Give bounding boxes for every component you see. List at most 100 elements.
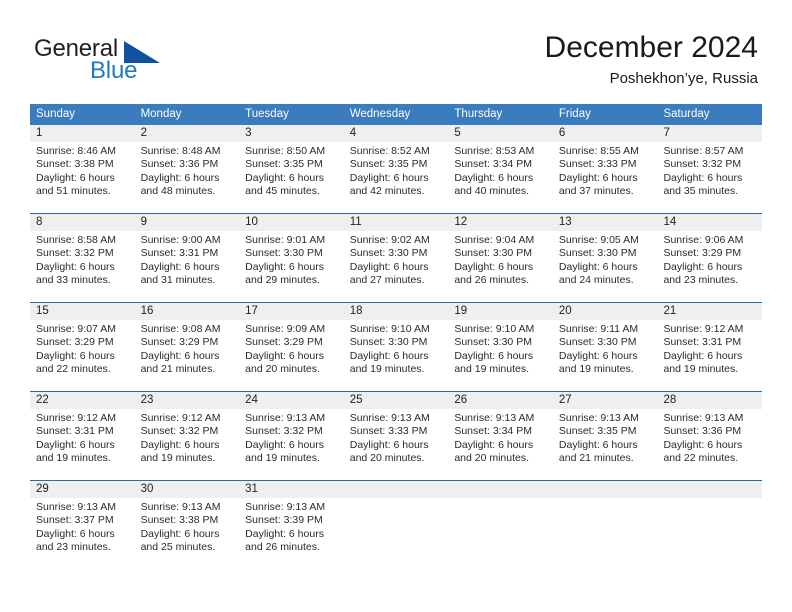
day-number-3[interactable]: 3 — [239, 125, 344, 142]
page-subtitle-location: Poshekhon’ye, Russia — [609, 70, 758, 87]
day-sunrise-text: Sunrise: 9:06 AM — [663, 234, 744, 246]
day-number-13[interactable]: 13 — [553, 214, 658, 231]
day-cell-31[interactable]: Sunrise: 9:13 AM Sunset: 3:39 PM Daylight:… — [239, 498, 344, 555]
day-cell-13[interactable]: Sunrise: 9:05 AM Sunset: 3:30 PM Daylight:… — [553, 231, 658, 288]
day-sunset-text: Sunset: 3:34 PM — [454, 425, 532, 438]
day-number-15[interactable]: 15 — [30, 303, 135, 320]
day-number-28[interactable]: 28 — [657, 392, 762, 409]
day-sunset-text: Sunset: 3:36 PM — [140, 158, 219, 171]
day-number-17[interactable]: 17 — [239, 303, 344, 320]
logo-text-blue: Blue — [90, 57, 138, 84]
day-cell-20[interactable]: Sunrise: 9:11 AM Sunset: 3:30 PM Daylight:… — [553, 320, 658, 377]
day-daylight-line1-text: Daylight: 6 hours — [454, 438, 534, 451]
day-cell-23[interactable]: Sunrise: 9:12 AM Sunset: 3:32 PM Daylight:… — [135, 409, 240, 466]
day-daylight-line1-text: Daylight: 6 hours — [454, 171, 534, 184]
day-number-20[interactable]: 20 — [553, 303, 658, 320]
day-cell-15[interactable]: Sunrise: 9:07 AM Sunset: 3:29 PM Daylight:… — [30, 320, 135, 377]
day-sunset-text: Sunset: 3:33 PM — [349, 425, 428, 438]
day-daylight-line1-text: Daylight: 6 hours — [349, 260, 429, 273]
day-cell-22[interactable]: Sunrise: 9:12 AM Sunset: 3:31 PM Daylight:… — [30, 409, 135, 466]
day-daylight-line1-text: Daylight: 6 hours — [558, 438, 638, 451]
day-daylight-line1-text: Daylight: 6 hours — [36, 171, 115, 184]
day-daylight-line2-text: and 31 minutes. — [140, 274, 216, 287]
day-number-8[interactable]: 8 — [30, 214, 135, 231]
day-sunset-text: Sunset: 3:29 PM — [245, 336, 323, 349]
day-number-2[interactable]: 2 — [135, 125, 240, 142]
day-daylight-line2-text: and 33 minutes. — [36, 274, 111, 287]
day-sunset-text: Sunset: 3:35 PM — [349, 158, 428, 171]
day-cell-16[interactable]: Sunrise: 9:08 AM Sunset: 3:29 PM Daylight:… — [135, 320, 240, 377]
day-cell-28[interactable]: Sunrise: 9:13 AM Sunset: 3:36 PM Daylight:… — [657, 409, 762, 466]
day-daylight-line2-text: and 23 minutes. — [663, 274, 739, 287]
day-cell-6[interactable]: Sunrise: 8:55 AM Sunset: 3:33 PM Daylight:… — [553, 142, 658, 199]
day-number-empty — [657, 481, 762, 498]
page-title: December 2024 — [544, 31, 758, 64]
day-cell-7[interactable]: Sunrise: 8:57 AM Sunset: 3:32 PM Daylight:… — [657, 142, 762, 199]
day-number-21[interactable]: 21 — [657, 303, 762, 320]
day-cell-9[interactable]: Sunrise: 9:00 AM Sunset: 3:31 PM Daylight:… — [135, 231, 240, 288]
day-sunset-text: Sunset: 3:31 PM — [36, 425, 114, 438]
day-cell-14[interactable]: Sunrise: 9:06 AM Sunset: 3:29 PM Daylight:… — [657, 231, 762, 288]
day-cell-29[interactable]: Sunrise: 9:13 AM Sunset: 3:37 PM Daylight:… — [30, 498, 135, 555]
day-number-26[interactable]: 26 — [448, 392, 553, 409]
day-number-16[interactable]: 16 — [135, 303, 240, 320]
day-number-19[interactable]: 19 — [448, 303, 553, 320]
day-number-29[interactable]: 29 — [30, 481, 135, 498]
day-cell-17[interactable]: Sunrise: 9:09 AM Sunset: 3:29 PM Daylight:… — [239, 320, 344, 377]
day-number-23[interactable]: 23 — [135, 392, 240, 409]
calendar-grid: Sunday Monday Tuesday Wednesday Thursday Frid… — [30, 104, 762, 555]
day-cell-11[interactable]: Sunrise: 9:02 AM Sunset: 3:30 PM Daylight:… — [344, 231, 449, 288]
day-daylight-line2-text: and 19 minutes. — [454, 363, 530, 376]
day-cell-24[interactable]: Sunrise: 9:13 AM Sunset: 3:32 PM Daylight:… — [239, 409, 344, 466]
day-number-empty — [448, 481, 553, 498]
day-cell-10[interactable]: Sunrise: 9:01 AM Sunset: 3:30 PM Daylight:… — [239, 231, 344, 288]
day-number-5[interactable]: 5 — [448, 125, 553, 142]
day-number-24[interactable]: 24 — [239, 392, 344, 409]
day-cell-26[interactable]: Sunrise: 9:13 AM Sunset: 3:34 PM Daylight:… — [448, 409, 553, 466]
day-number-row: 22 23 24 25 26 27 28 — [30, 392, 762, 409]
day-cell-12[interactable]: Sunrise: 9:04 AM Sunset: 3:30 PM Daylight:… — [448, 231, 553, 288]
day-cell-1[interactable]: Sunrise: 8:46 AM Sunset: 3:38 PM Daylight:… — [30, 142, 135, 199]
day-cell-2[interactable]: Sunrise: 8:48 AM Sunset: 3:36 PM Daylight:… — [135, 142, 240, 199]
day-number-30[interactable]: 30 — [135, 481, 240, 498]
day-detail-row: Sunrise: 9:12 AM Sunset: 3:31 PM Daylight:… — [30, 409, 762, 466]
day-cell-27[interactable]: Sunrise: 9:13 AM Sunset: 3:35 PM Daylight:… — [553, 409, 658, 466]
weekday-header-monday: Monday — [140, 108, 182, 120]
day-detail-row: Sunrise: 9:07 AM Sunset: 3:29 PM Daylight:… — [30, 320, 762, 377]
day-number-18[interactable]: 18 — [344, 303, 449, 320]
day-cell-3[interactable]: Sunrise: 8:50 AM Sunset: 3:35 PM Daylight:… — [239, 142, 344, 199]
day-cell-19[interactable]: Sunrise: 9:10 AM Sunset: 3:30 PM Daylight:… — [448, 320, 553, 377]
week-spacer — [30, 377, 762, 391]
weekday-header-wednesday: Wednesday — [349, 108, 411, 120]
day-number-row: 15 16 17 18 19 20 21 — [30, 303, 762, 320]
day-cell-25[interactable]: Sunrise: 9:13 AM Sunset: 3:33 PM Daylight:… — [344, 409, 449, 466]
day-number-25[interactable]: 25 — [344, 392, 449, 409]
day-number-22[interactable]: 22 — [30, 392, 135, 409]
day-number-4[interactable]: 4 — [344, 125, 449, 142]
day-sunrise-text: Sunrise: 9:12 AM — [36, 412, 116, 424]
day-number-7[interactable]: 7 — [657, 125, 762, 142]
day-sunrise-text: Sunrise: 9:01 AM — [245, 234, 326, 246]
day-number-1[interactable]: 1 — [30, 125, 135, 142]
day-daylight-line2-text: and 20 minutes. — [245, 363, 320, 376]
day-number-27[interactable]: 27 — [553, 392, 658, 409]
day-cell-8[interactable]: Sunrise: 8:58 AM Sunset: 3:32 PM Daylight:… — [30, 231, 135, 288]
day-number-10[interactable]: 10 — [239, 214, 344, 231]
day-daylight-line2-text: and 19 minutes. — [245, 452, 320, 465]
day-cell-30[interactable]: Sunrise: 9:13 AM Sunset: 3:38 PM Daylight:… — [135, 498, 240, 555]
day-number-9[interactable]: 9 — [135, 214, 240, 231]
day-number-6[interactable]: 6 — [553, 125, 658, 142]
day-cell-18[interactable]: Sunrise: 9:10 AM Sunset: 3:30 PM Daylight:… — [344, 320, 449, 377]
day-sunset-text: Sunset: 3:29 PM — [36, 336, 114, 349]
day-cell-21[interactable]: Sunrise: 9:12 AM Sunset: 3:31 PM Daylight:… — [657, 320, 762, 377]
day-number-14[interactable]: 14 — [657, 214, 762, 231]
day-sunset-text: Sunset: 3:30 PM — [245, 247, 323, 260]
day-daylight-line1-text: Daylight: 6 hours — [245, 527, 324, 540]
day-cell-5[interactable]: Sunrise: 8:53 AM Sunset: 3:34 PM Daylight:… — [448, 142, 553, 199]
day-sunset-text: Sunset: 3:32 PM — [140, 425, 219, 438]
day-daylight-line1-text: Daylight: 6 hours — [245, 171, 324, 184]
day-cell-4[interactable]: Sunrise: 8:52 AM Sunset: 3:35 PM Daylight:… — [344, 142, 449, 199]
day-number-11[interactable]: 11 — [344, 214, 449, 231]
day-number-12[interactable]: 12 — [448, 214, 553, 231]
day-number-31[interactable]: 31 — [239, 481, 344, 498]
